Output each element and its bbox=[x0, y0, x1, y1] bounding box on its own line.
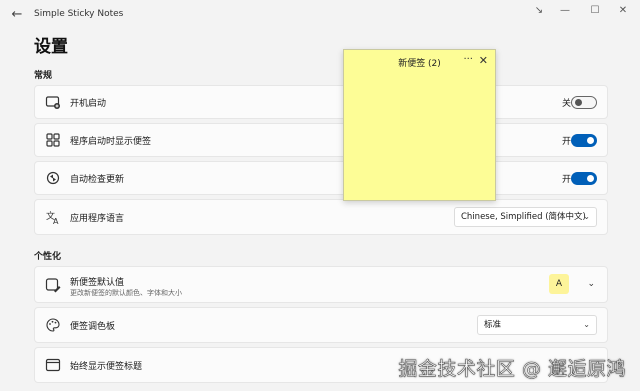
startup-icon bbox=[45, 96, 60, 109]
collapse-arrow-icon[interactable]: ↘ bbox=[526, 2, 552, 20]
show-on-start-state-text: 开 bbox=[561, 137, 571, 147]
language-select[interactable]: Chinese, Simplified (简体中文) ⌄ bbox=[454, 207, 597, 227]
language-icon: 文 A bbox=[46, 210, 59, 225]
title-bar: ← Simple Sticky Notes ↘ — ☐ ✕ bbox=[0, 0, 640, 30]
setting-show-on-start: 程序启动时显示便签 开 bbox=[34, 123, 608, 157]
palette-icon bbox=[46, 318, 60, 332]
maximize-button[interactable]: ☐ bbox=[582, 2, 608, 20]
setting-palette: 便签调色板 标准 ⌄ bbox=[34, 307, 608, 343]
setting-auto-update: 自动检查更新 开 bbox=[34, 161, 608, 195]
palette-select-value: 标准 bbox=[484, 320, 502, 330]
startup-state-text: 关 bbox=[561, 99, 571, 109]
setting-language: 文 A 应用程序语言 Chinese, Simplified (简体中文) ⌄ bbox=[34, 199, 608, 235]
always-title-label: 始终显示便签标题 bbox=[70, 362, 143, 372]
auto-update-state-text: 开 bbox=[561, 175, 571, 185]
note-defaults-description: 更改新便签的默认颜色、字体和大小 bbox=[70, 289, 182, 297]
palette-select[interactable]: 标准 ⌄ bbox=[477, 315, 597, 335]
section-general-heading: 常规 bbox=[34, 71, 53, 81]
note-edit-icon bbox=[45, 277, 61, 292]
watermark: 掘金技术社区 @ 邂逅原鸿 bbox=[398, 358, 626, 381]
default-color-swatch[interactable]: A bbox=[549, 273, 569, 294]
sticky-note-titlebar[interactable]: 新便签 (2) ··· ✕ bbox=[344, 50, 495, 72]
section-personalize-heading: 个性化 bbox=[34, 252, 62, 262]
refresh-icon bbox=[46, 171, 60, 185]
grid-icon bbox=[46, 133, 60, 147]
window-title-icon bbox=[45, 358, 61, 372]
language-select-value: Chinese, Simplified (简体中文) bbox=[461, 212, 586, 222]
back-arrow-icon[interactable]: ← bbox=[9, 7, 25, 23]
chevron-down-icon: ⌄ bbox=[583, 320, 590, 329]
note-defaults-label: 新便签默认值 bbox=[70, 278, 125, 288]
chevron-down-icon: ⌄ bbox=[583, 212, 590, 221]
auto-update-label: 自动检查更新 bbox=[70, 175, 125, 185]
startup-toggle[interactable] bbox=[571, 96, 597, 109]
minimize-button[interactable]: — bbox=[552, 2, 578, 20]
auto-update-toggle[interactable] bbox=[571, 172, 597, 185]
close-window-button[interactable]: ✕ bbox=[610, 2, 636, 20]
palette-label: 便签调色板 bbox=[70, 322, 116, 332]
svg-text:A: A bbox=[53, 217, 59, 225]
setting-startup: 开机启动 关 bbox=[34, 85, 608, 119]
language-label: 应用程序语言 bbox=[70, 214, 125, 224]
setting-note-defaults[interactable]: 新便签默认值 更改新便签的默认颜色、字体和大小 A ⌄ bbox=[34, 266, 608, 303]
startup-label: 开机启动 bbox=[70, 99, 107, 109]
expand-chevron-icon[interactable]: ⌄ bbox=[587, 279, 595, 289]
show-on-start-toggle[interactable] bbox=[571, 134, 597, 147]
more-options-icon[interactable]: ··· bbox=[463, 54, 473, 65]
sticky-note-window[interactable]: 新便签 (2) ··· ✕ bbox=[343, 49, 496, 201]
app-title: Simple Sticky Notes bbox=[34, 9, 124, 19]
page-title: 设置 bbox=[34, 37, 68, 57]
close-icon[interactable]: ✕ bbox=[479, 54, 488, 67]
show-on-start-label: 程序启动时显示便签 bbox=[70, 137, 152, 147]
